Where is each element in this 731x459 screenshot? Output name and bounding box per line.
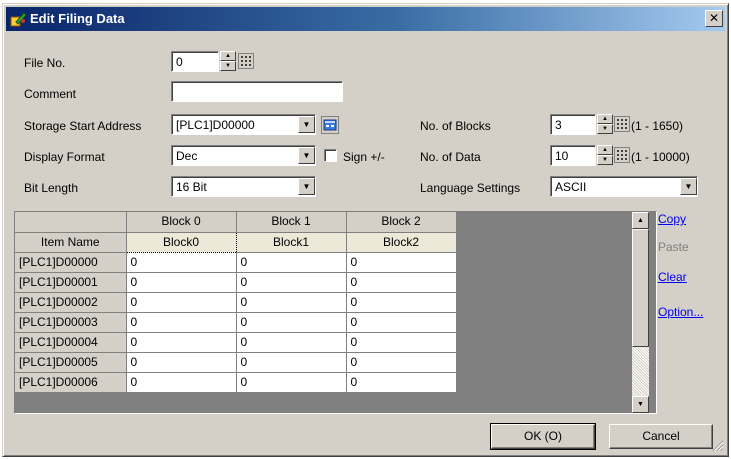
spin-up-icon[interactable]: ▲ [597,145,613,155]
row-address[interactable]: [PLC1]D00006 [15,372,127,393]
data-cell[interactable]: 0 [236,252,347,273]
spin-up-icon[interactable]: ▲ [220,51,236,61]
data-cell[interactable]: 0 [236,332,347,353]
title-bar[interactable]: Edit Filing Data ✕ [6,7,725,31]
data-cell[interactable]: 0 [126,372,237,393]
no-of-blocks-field[interactable]: 3 [550,114,596,135]
close-button[interactable]: ✕ [705,10,723,27]
no-of-blocks-label: No. of Blocks [420,119,491,133]
row-address[interactable]: [PLC1]D00000 [15,252,127,273]
comment-field[interactable] [171,81,343,102]
block-name-cell-2[interactable]: Block2 [346,232,457,253]
no-of-blocks-spinner[interactable]: ▲ ▼ [597,114,613,135]
no-of-data-field[interactable]: 10 [550,145,596,166]
data-cell[interactable]: 0 [346,292,457,313]
language-settings-label: Language Settings [420,181,521,195]
spin-down-icon[interactable]: ▼ [597,124,613,134]
table-row: [PLC1]D00003 0 0 0 [15,312,457,333]
table-row: [PLC1]D00005 0 0 0 [15,352,457,373]
data-cell[interactable]: 0 [126,292,237,313]
storage-address-dropdown-button[interactable]: ▼ [298,116,315,133]
clear-link[interactable]: Clear [658,270,687,284]
comment-label: Comment [24,87,77,101]
window-title: Edit Filing Data [30,11,125,26]
data-cell[interactable]: 0 [346,252,457,273]
table-row: [PLC1]D00006 0 0 0 [15,372,457,393]
data-cell[interactable]: 0 [126,352,237,373]
data-cell[interactable]: 0 [126,332,237,353]
data-cell[interactable]: 0 [126,272,237,293]
table-row: [PLC1]D00000 0 0 0 [15,252,457,273]
sign-checkbox[interactable] [324,149,337,162]
row-address[interactable]: [PLC1]D00004 [15,332,127,353]
data-cell[interactable]: 0 [346,332,457,353]
row-address[interactable]: [PLC1]D00005 [15,352,127,373]
data-cell[interactable]: 0 [346,272,457,293]
block-name-cell-1[interactable]: Block1 [236,232,347,253]
spin-up-icon[interactable]: ▲ [597,114,613,124]
address-picker-icon[interactable] [321,116,339,134]
bit-length-dropdown-button[interactable]: ▼ [298,178,315,195]
data-cell[interactable]: 0 [236,292,347,313]
data-cell[interactable]: 0 [346,312,457,333]
keypad-icon[interactable] [614,116,630,132]
scrollbar-track[interactable] [632,347,649,396]
data-cell[interactable]: 0 [236,352,347,373]
spin-down-icon[interactable]: ▼ [220,61,236,71]
ok-button[interactable]: OK (O) [490,423,596,450]
sign-label: Sign +/- [343,150,385,164]
column-header-block-0[interactable]: Block 0 [126,212,237,233]
no-of-data-range: (1 - 10000) [631,150,690,164]
keypad-icon[interactable] [238,53,254,69]
item-name-header: Item Name [15,232,127,253]
table-row: [PLC1]D00002 0 0 0 [15,292,457,313]
scroll-up-icon[interactable]: ▲ [632,212,649,229]
data-cell[interactable]: 0 [236,372,347,393]
corner-header [15,212,127,233]
scroll-down-icon[interactable]: ▼ [632,396,649,413]
file-no-spinner[interactable]: ▲ ▼ [220,51,236,72]
edit-icon [10,12,27,27]
bit-length-select[interactable]: 16 Bit [171,176,316,197]
data-cell[interactable]: 0 [236,272,347,293]
spin-down-icon[interactable]: ▼ [597,155,613,165]
row-address[interactable]: [PLC1]D00002 [15,292,127,313]
keypad-icon[interactable] [614,147,630,163]
storage-start-address-label: Storage Start Address [24,119,142,133]
display-format-label: Display Format [24,150,105,164]
display-format-select[interactable]: Dec [171,145,316,166]
file-no-label: File No. [24,56,66,70]
no-of-data-label: No. of Data [420,150,481,164]
file-no-field[interactable]: 0 [171,51,219,72]
row-address[interactable]: [PLC1]D00001 [15,272,127,293]
table-row: [PLC1]D00001 0 0 0 [15,272,457,293]
data-cell[interactable]: 0 [126,252,237,273]
data-cell[interactable]: 0 [346,352,457,373]
cancel-button[interactable]: Cancel [609,424,713,449]
bit-length-label: Bit Length [24,181,79,195]
data-cell[interactable]: 0 [126,312,237,333]
display-format-dropdown-button[interactable]: ▼ [298,147,315,164]
edit-filing-data-dialog: Edit Filing Data ✕ File No. 0 ▲ ▼ Commen… [2,3,729,457]
language-dropdown-button[interactable]: ▼ [680,178,697,195]
data-table: Block 0 Block 1 Block 2 Item Name Block0… [15,212,457,393]
storage-start-address-field[interactable]: [PLC1]D00000 [171,114,316,135]
copy-link[interactable]: Copy [658,212,686,226]
data-cell[interactable]: 0 [346,372,457,393]
option-link[interactable]: Option... [658,305,703,319]
table-row: [PLC1]D00004 0 0 0 [15,332,457,353]
paste-link[interactable]: Paste [658,240,689,254]
block-name-cell-0[interactable]: Block0 [125,231,237,253]
column-header-block-2[interactable]: Block 2 [346,212,457,233]
scrollbar-thumb[interactable] [632,229,649,347]
no-of-blocks-range: (1 - 1650) [631,119,684,133]
data-grid: Block 0 Block 1 Block 2 Item Name Block0… [14,211,657,414]
language-settings-select[interactable]: ASCII [550,176,698,197]
column-header-block-1[interactable]: Block 1 [236,212,347,233]
no-of-data-spinner[interactable]: ▲ ▼ [597,145,613,166]
data-cell[interactable]: 0 [236,312,347,333]
resize-grip-icon[interactable] [712,440,724,452]
row-address[interactable]: [PLC1]D00003 [15,312,127,333]
grid-vertical-scrollbar[interactable]: ▲ ▼ [632,212,649,413]
